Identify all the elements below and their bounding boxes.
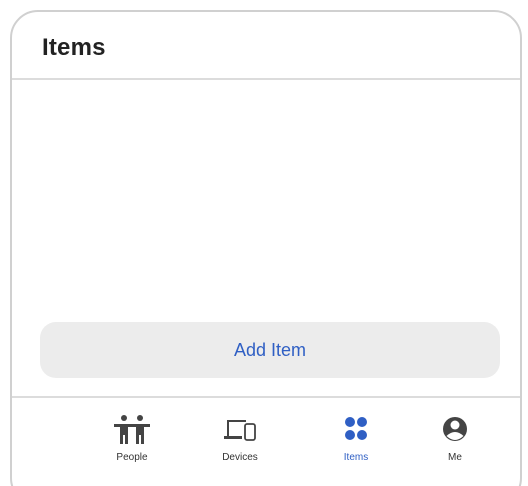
- items-content: Add Item: [12, 80, 520, 392]
- tab-items[interactable]: Items: [311, 414, 401, 476]
- profile-icon: [433, 414, 477, 446]
- header: Items: [12, 12, 520, 80]
- people-icon: [110, 414, 154, 446]
- app-window: Items Add Item People Devices Items Me: [10, 10, 522, 486]
- add-item-button[interactable]: Add Item: [40, 322, 500, 378]
- tab-devices-label: Devices: [222, 452, 258, 463]
- items-icon: [334, 414, 378, 446]
- tab-me-label: Me: [448, 452, 462, 463]
- page-title: Items: [42, 34, 106, 61]
- tab-people-label: People: [116, 452, 148, 463]
- devices-icon: [218, 414, 262, 446]
- tab-items-label: Items: [343, 452, 369, 463]
- tab-people[interactable]: People: [87, 414, 177, 476]
- add-item-label: Add Item: [233, 339, 307, 360]
- tab-bar: People Devices Items Me: [12, 396, 520, 486]
- tab-devices[interactable]: Devices: [195, 414, 285, 476]
- tab-me[interactable]: Me: [410, 414, 500, 476]
